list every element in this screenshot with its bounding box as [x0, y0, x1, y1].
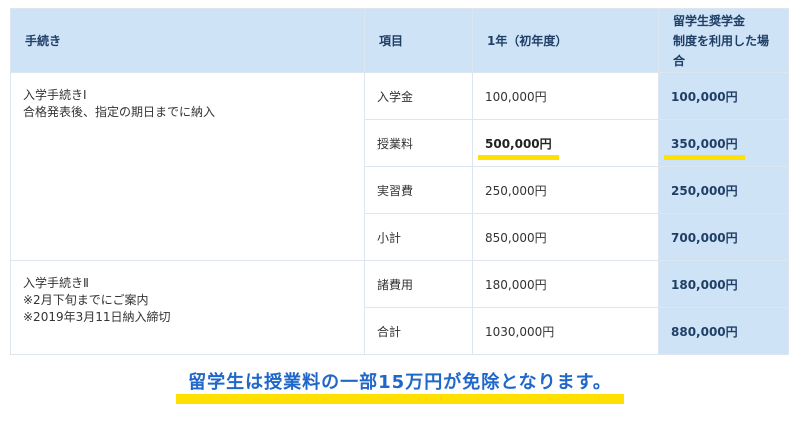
table-row: 入学手続きⅠ 合格発表後、指定の期日までに納入 入学金 100,000円 100… — [10, 72, 789, 261]
item-cell: 諸費用 — [364, 260, 473, 308]
first-year-cell: 100,000円 — [472, 72, 659, 120]
highlight-underline — [664, 154, 745, 160]
item-cell: 小計 — [364, 213, 473, 261]
tuition-table: 手続き 項目 1年（初年度） 留学生奨学金 制度を利用した場合 入学手続きⅠ 合… — [10, 8, 789, 355]
procedure-cell-2: 入学手続きⅡ ※2月下旬までにご案内 ※2019年3月11日納入締切 — [10, 260, 365, 355]
header-item: 項目 — [364, 8, 473, 73]
first-year-cell: 850,000円 — [472, 213, 659, 261]
procedure-note: 合格発表後、指定の期日までに納入 — [23, 105, 216, 119]
tuition-first-year-value: 500,000円 — [485, 136, 552, 151]
scholarship-cell: 180,000円 — [658, 260, 789, 308]
exemption-note-block: 留学生は授業料の一部15万円が免除となります。 — [0, 368, 800, 404]
tuition-scholarship-value: 350,000円 — [671, 136, 738, 151]
first-year-cell: 500,000円 — [472, 119, 659, 167]
header-scholarship-line1: 留学生奨学金 — [673, 13, 746, 28]
item-cell: 授業料 — [364, 119, 473, 167]
procedure-cell-1: 入学手続きⅠ 合格発表後、指定の期日までに納入 — [10, 72, 365, 261]
item-cell: 合計 — [364, 307, 473, 355]
procedure-title: 入学手続きⅠ — [23, 88, 87, 102]
exemption-note-text: 留学生は授業料の一部15万円が免除となります。 — [188, 372, 612, 393]
header-procedure: 手続き — [10, 8, 365, 73]
scholarship-cell: 100,000円 — [658, 72, 789, 120]
tuition-scholarship-highlight: 350,000円 — [664, 135, 745, 160]
header-first-year: 1年（初年度） — [472, 8, 659, 73]
exemption-note: 留学生は授業料の一部15万円が免除となります。 — [176, 368, 624, 404]
highlight-underline — [478, 154, 559, 160]
first-year-cell: 1030,000円 — [472, 307, 659, 355]
procedure-title: 入学手続きⅡ — [23, 276, 89, 290]
scholarship-cell: 250,000円 — [658, 166, 789, 214]
header-scholarship: 留学生奨学金 制度を利用した場合 — [658, 8, 789, 73]
note-highlight-bar — [176, 394, 624, 404]
procedure-note: ※2019年3月11日納入締切 — [23, 310, 171, 324]
scholarship-cell: 350,000円 — [658, 119, 789, 167]
tuition-highlight: 500,000円 — [478, 135, 559, 160]
table-header-row: 手続き 項目 1年（初年度） 留学生奨学金 制度を利用した場合 — [10, 8, 789, 73]
procedure-note: ※2月下旬までにご案内 — [23, 293, 149, 307]
item-cell: 入学金 — [364, 72, 473, 120]
first-year-cell: 250,000円 — [472, 166, 659, 214]
scholarship-cell: 880,000円 — [658, 307, 789, 355]
first-year-cell: 180,000円 — [472, 260, 659, 308]
scholarship-cell: 700,000円 — [658, 213, 789, 261]
header-scholarship-line2: 制度を利用した場合 — [673, 33, 770, 68]
table-row: 入学手続きⅡ ※2月下旬までにご案内 ※2019年3月11日納入締切 諸費用 1… — [10, 260, 789, 355]
item-cell: 実習費 — [364, 166, 473, 214]
